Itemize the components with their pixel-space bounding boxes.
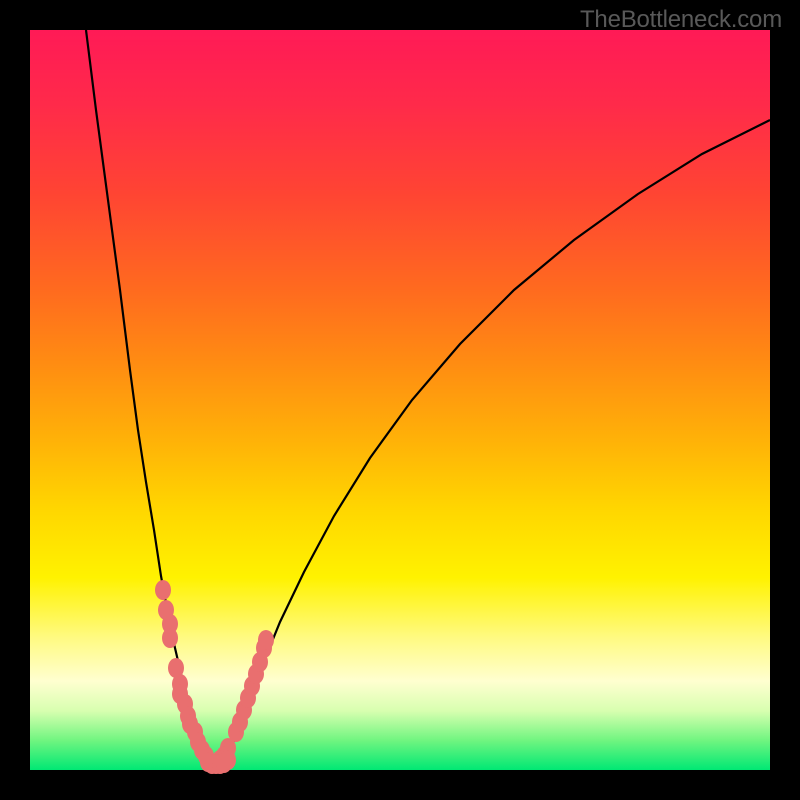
marker-dot <box>220 750 236 770</box>
marker-group <box>155 580 274 774</box>
curve-right <box>224 120 770 760</box>
curve-left <box>86 30 209 760</box>
marker-dot <box>162 628 178 648</box>
chart-svg <box>30 30 770 770</box>
chart-frame: TheBottleneck.com <box>0 0 800 800</box>
marker-dot <box>155 580 171 600</box>
marker-dot <box>258 630 274 650</box>
